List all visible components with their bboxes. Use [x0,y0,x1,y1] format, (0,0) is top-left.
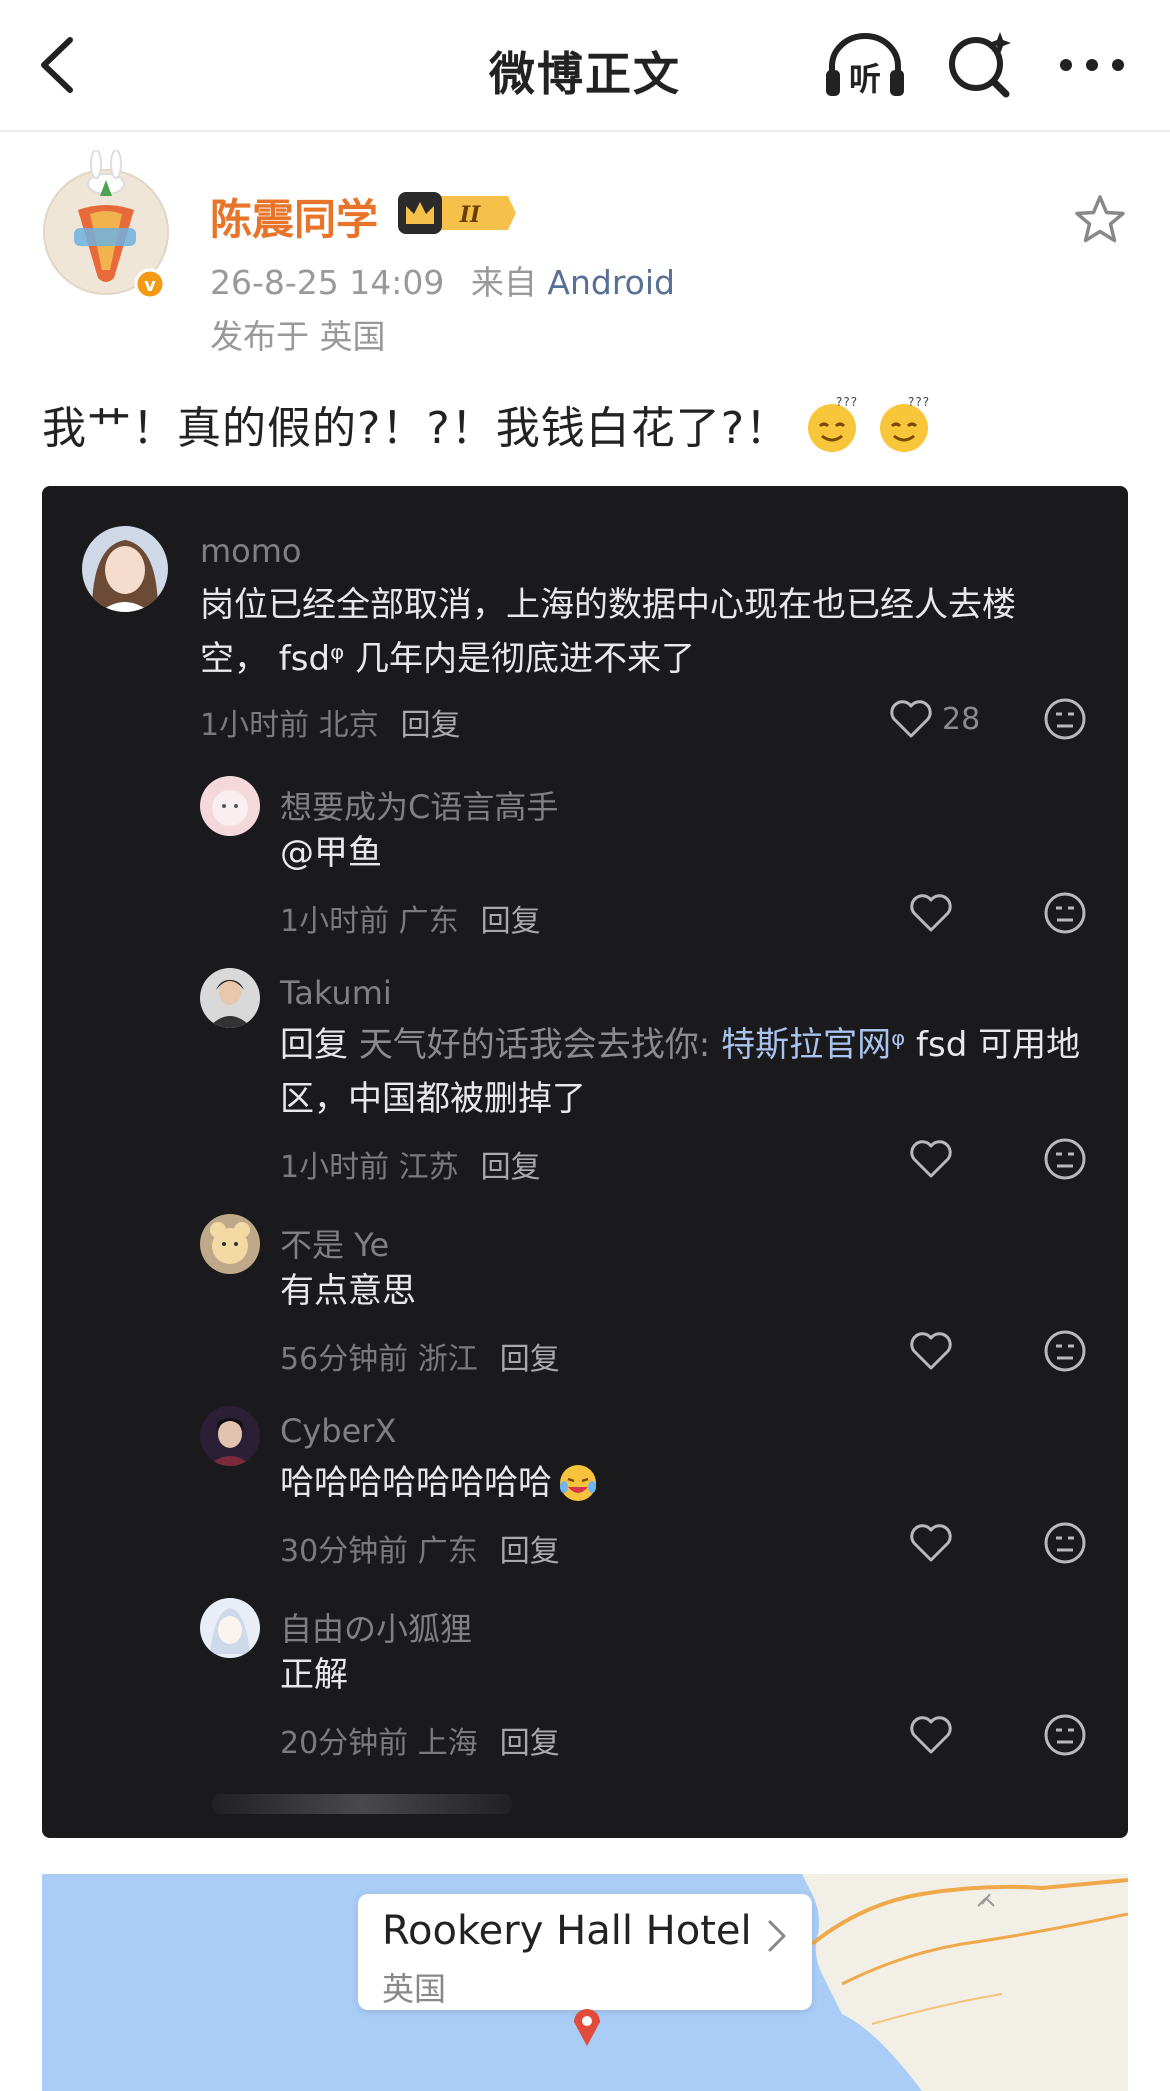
heart-icon[interactable] [908,1714,954,1756]
post-source[interactable]: Android [547,263,675,302]
comment-time-location: 1小时前 广东 [280,904,459,939]
heart-icon[interactable] [888,698,934,740]
reply-to-text: 天气好的话我会去找你: [358,1025,711,1065]
reply-button[interactable]: 回复 [401,708,461,743]
heart-icon[interactable] [908,892,954,934]
comment-text: 回复 天气好的话我会去找你: 特斯拉官网ᵠ fsd 可用地 区，中国都被删掉了 [280,1018,1120,1126]
headphones-icon: 听 [826,33,904,98]
heart-icon[interactable] [908,1522,954,1564]
meh-face-icon[interactable] [1042,1712,1088,1758]
comment-time-location: 1小时前 江苏 [280,1150,459,1185]
comment-time-location: 20分钟前 上海 [280,1726,478,1761]
like-count: 28 [942,702,981,737]
post-timestamp: 26-8-25 14:09 [210,263,445,302]
laughing-crying-emoji-icon [560,1465,596,1501]
embedded-comments-image[interactable]: momo 岗位已经全部取消，上海的数据中心现在也已经人去楼 空， fsdᵠ 几年… [42,486,1128,1838]
reply-button[interactable]: 回复 [500,1534,560,1569]
vip-level: II [459,202,481,228]
meh-face-icon[interactable] [1042,696,1088,742]
comment-meta: 30分钟前 广东 回复 [280,1526,560,1570]
heart-icon[interactable] [908,1138,954,1180]
vip-badge: II [398,190,516,236]
commenter-avatar[interactable] [200,1598,260,1658]
comment-time-location: 30分钟前 广东 [280,1534,478,1569]
comment-text-line: 岗位已经全部取消，上海的数据中心现在也已经人去楼 [200,585,1016,625]
search-link[interactable]: 特斯拉官网ᵠ [721,1025,905,1065]
comment-text-line: 区，中国都被删掉了 [280,1079,586,1119]
heart-icon[interactable] [908,1330,954,1372]
author-avatar[interactable]: v [40,149,170,300]
svg-text:???: ??? [908,395,930,409]
post-text: 我艹！真的假的?！?！我钱白花了?！ ??? ??? [42,392,934,456]
comment-text-line: 空， fsdᵠ 几年内是彻底进不来了 [200,639,696,679]
top-navigation-bar: 微博正文 听 [0,0,1170,132]
reply-button[interactable]: 回复 [481,904,541,939]
commenter-name[interactable]: 自由の小狐狸 [280,1604,472,1650]
post-meta: 26-8-25 14:09 来自 Android [210,256,675,304]
post-location: 发布于 英国 [210,317,386,356]
comment-meta: 1小时前 广东 回复 [280,896,541,940]
commenter-name[interactable]: Takumi [280,974,392,1012]
search-sparkle-icon [949,32,1011,98]
commenter-name[interactable]: 不是 Ye [280,1220,389,1266]
author-name[interactable]: 陈震同学 [210,186,378,247]
commenter-avatar[interactable] [200,968,260,1028]
favorite-button[interactable] [1072,192,1128,248]
meh-face-icon[interactable] [1042,1520,1088,1566]
meh-face-icon[interactable] [1042,890,1088,936]
comment-time-location: 56分钟前 浙江 [280,1342,478,1377]
reply-button[interactable]: 回复 [481,1150,541,1185]
search-button[interactable] [944,28,1016,102]
reply-button[interactable]: 回复 [500,1342,560,1377]
comment-text: 岗位已经全部取消，上海的数据中心现在也已经人去楼 空， fsdᵠ 几年内是彻底进… [200,578,1080,686]
commenter-name[interactable]: 想要成为C语言高手 [280,782,558,828]
comment-text: 有点意思 [280,1271,416,1311]
comment-text: @甲鱼 [280,833,382,873]
comment-text: 哈哈哈哈哈哈哈哈 [280,1456,600,1510]
comment-meta: 1小时前 江苏 回复 [280,1142,541,1186]
commenter-avatar[interactable] [82,526,168,612]
place-country: 英国 [382,1970,447,2008]
comment-time-location: 1小时前 北京 [200,708,379,743]
more-options-button[interactable] [1056,40,1128,90]
reply-prefix: 回复 [280,1025,348,1065]
comment-meta: 56分钟前 浙江 回复 [280,1334,560,1378]
post-body: 我艹！真的假的?！?！我钱白花了?！ [42,403,791,454]
dizzy-face-emoji-icon: ??? [880,395,930,452]
comment-text: 正解 [280,1655,348,1695]
meh-face-icon[interactable] [1042,1328,1088,1374]
meh-face-icon[interactable] [1042,1136,1088,1182]
listen-button[interactable]: 听 [822,30,908,100]
more-dots-icon [1060,59,1124,71]
commenter-avatar[interactable] [200,1214,260,1274]
reply-button[interactable]: 回复 [500,1726,560,1761]
comment-text-line: 哈哈哈哈哈哈哈哈 [280,1463,552,1503]
dizzy-face-emoji-icon: ??? [808,395,858,452]
commenter-avatar[interactable] [200,776,260,836]
star-icon [1075,195,1125,243]
place-name: Rookery Hall Hotel [382,1908,752,1954]
chevron-right-icon [768,1920,786,1952]
comment-meta: 20分钟前 上海 回复 [280,1718,560,1762]
place-callout[interactable]: Rookery Hall Hotel 英国 [358,1894,812,2010]
comment-text-rest: fsd 可用地 [905,1025,1081,1065]
map-pin-icon [574,2009,600,2046]
truncated-content-blur [212,1794,512,1814]
comment-meta: 1小时前 北京 回复 [200,700,461,744]
post-source-prefix: 来自 [470,263,537,302]
svg-text:v: v [144,275,156,296]
svg-text:???: ??? [836,395,858,409]
listen-label: 听 [849,60,881,98]
commenter-name[interactable]: momo [200,532,302,570]
commenter-name[interactable]: CyberX [280,1412,396,1450]
location-map[interactable]: Rookery Hall Hotel 英国 [42,1874,1128,2091]
commenter-avatar[interactable] [200,1406,260,1466]
